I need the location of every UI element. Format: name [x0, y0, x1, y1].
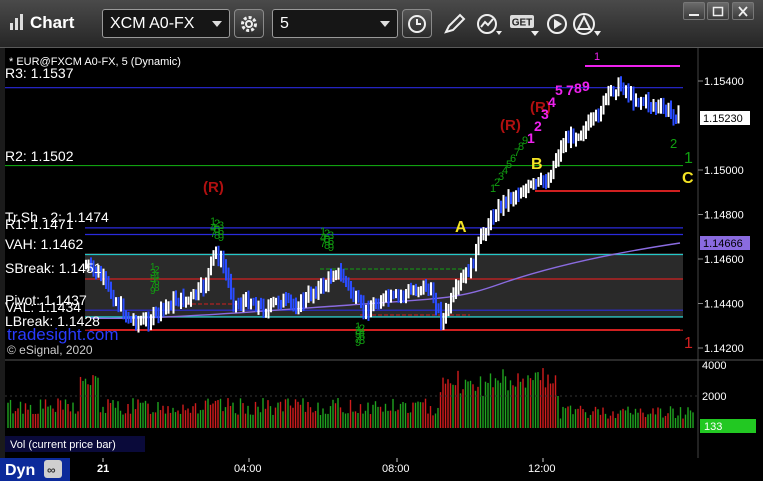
get-icon: GET — [510, 15, 539, 36]
r-signal-left: (R) — [203, 179, 224, 196]
title-bar: Chart XCM A0-FX 5 GET — [0, 0, 763, 48]
clock-button[interactable] — [402, 9, 432, 38]
alert-button[interactable] — [570, 9, 602, 38]
last-price-value: 1.15230 — [703, 113, 743, 125]
minimize-icon — [689, 14, 699, 16]
sequential-count: 7 — [566, 82, 574, 98]
sequential-count: 8 — [574, 80, 582, 96]
sequential-count: 9 — [218, 232, 224, 244]
sequential-count: 9 — [150, 286, 156, 297]
price-tick-label: 1.15400 — [704, 76, 744, 88]
volume-label: Vol (current price bar) — [10, 439, 116, 451]
volume-value: 133 — [704, 421, 722, 433]
last-price-tag: 1.15230 — [700, 111, 750, 125]
wave-a-label: A — [455, 219, 467, 236]
time-tick-label: 08:00 — [382, 463, 410, 475]
green-target-2: 2 — [670, 136, 677, 151]
gear-icon — [241, 16, 257, 32]
draw-button[interactable] — [440, 9, 468, 38]
get-label: GET — [512, 18, 533, 29]
study-button[interactable] — [474, 9, 502, 38]
minimize-button[interactable] — [683, 2, 705, 20]
wave-b-label: B — [531, 156, 543, 173]
study-icon — [477, 14, 502, 35]
interval-value: 5 — [280, 15, 289, 32]
ma-price-tag: 1.14666 — [700, 236, 750, 250]
interval-select[interactable]: 5 — [272, 9, 398, 38]
get-button[interactable]: GET — [507, 9, 541, 38]
value-area-band — [85, 253, 683, 318]
close-icon — [738, 6, 748, 17]
price-tick-label: 1.14800 — [704, 210, 744, 222]
play-icon — [547, 14, 567, 34]
link-icon: ∞ — [47, 463, 56, 477]
settings-button[interactable] — [234, 9, 264, 38]
price-tick-label: 1.14400 — [704, 299, 744, 311]
price-tick-label: 1.14600 — [704, 254, 744, 266]
sequential-count: 9 — [582, 78, 590, 94]
chevron-down-icon — [212, 21, 222, 27]
chart-app-icon — [10, 14, 23, 30]
dyn-label: Dyn — [5, 462, 35, 479]
price-tick-label: 1.14200 — [704, 343, 744, 355]
left-border — [0, 48, 5, 458]
sequential-count: 5 — [555, 82, 563, 98]
level-label: R1: 1.1471 — [5, 216, 74, 232]
copyright: © eSignal, 2020 — [7, 343, 93, 357]
price-tick-label: 1.15000 — [704, 165, 744, 177]
maximize-icon — [712, 6, 724, 17]
red-target-1: 1 — [684, 335, 693, 352]
sequential-count: 9 — [522, 135, 528, 147]
ma-price-value: 1.14666 — [703, 238, 743, 250]
watermark: tradesight.com — [7, 325, 119, 344]
pen-icon — [444, 13, 466, 34]
level-label: VAH: 1.1462 — [5, 236, 84, 252]
sequential-count: 9 — [355, 337, 361, 349]
time-tick-label: 12:00 — [528, 463, 556, 475]
volume-tick-2000: 2000 — [702, 391, 726, 403]
close-button[interactable] — [732, 2, 754, 20]
green-target-1: 1 — [684, 150, 693, 167]
wave-c-label: C — [682, 170, 694, 187]
play-button[interactable] — [544, 9, 572, 38]
symbol-value: XCM A0-FX — [110, 15, 195, 32]
chart-header: * EUR@FXCM A0-FX, 5 (Dynamic) — [9, 56, 181, 68]
chevron-down-icon — [380, 21, 390, 27]
time-tick-label: 21 — [97, 463, 109, 475]
volume-tick-4000: 4000 — [702, 360, 726, 372]
level-label: R2: 1.1502 — [5, 148, 74, 164]
window-title: Chart — [30, 13, 75, 32]
level-label: SBreak: 1.1451 — [5, 260, 102, 276]
alert-icon — [573, 13, 601, 36]
r-signal-mid: (R) — [500, 117, 521, 134]
symbol-select[interactable]: XCM A0-FX — [102, 9, 230, 38]
price-chart[interactable]: (R)(R)(R)ABC12112345 7 8 911234567891234567… — [0, 48, 763, 481]
maximize-button[interactable] — [707, 2, 729, 20]
clock-icon — [408, 15, 426, 33]
sequential-count: 1 — [594, 51, 600, 63]
time-tick-label: 04:00 — [234, 463, 262, 475]
sequential-count: 9 — [328, 242, 334, 254]
